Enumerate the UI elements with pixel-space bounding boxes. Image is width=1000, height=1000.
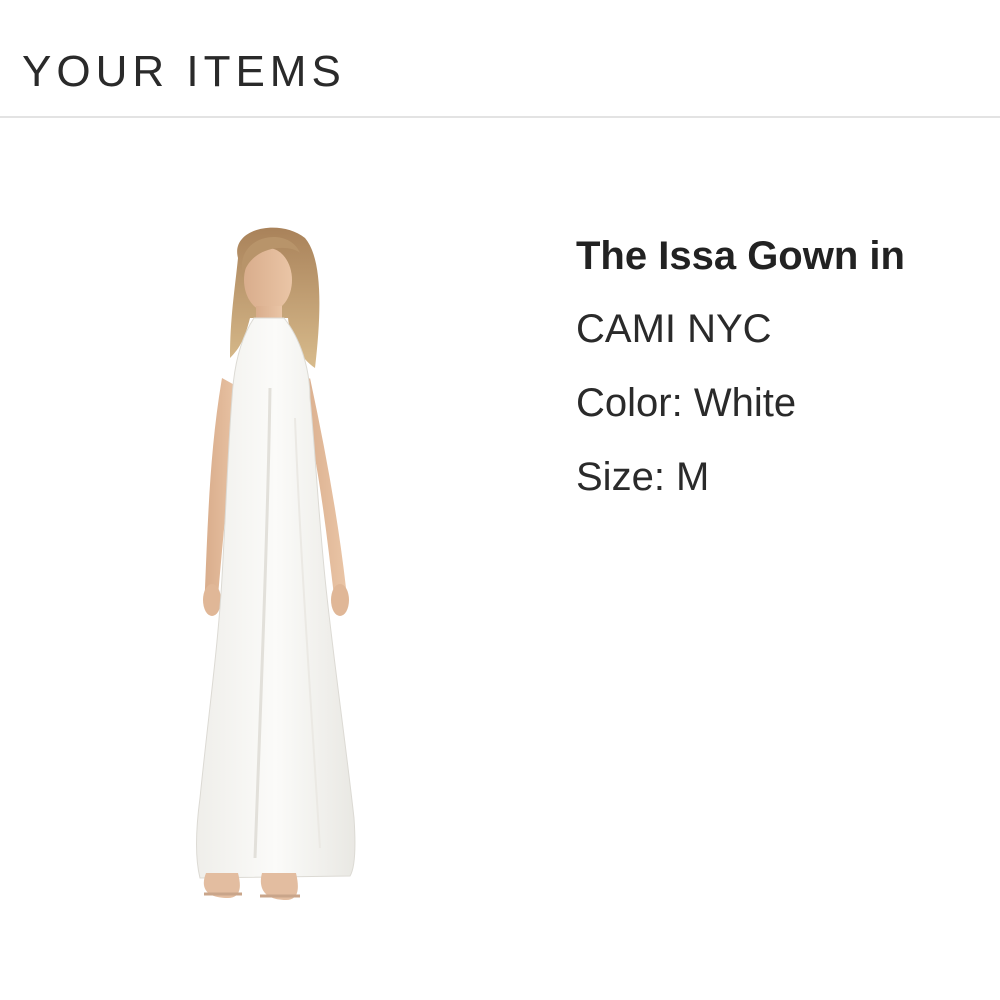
product-brand: CAMI NYC — [576, 307, 772, 351]
order-item: The Issa Gown in CAMI NYC Color: White S… — [0, 118, 1000, 1000]
product-color: Color: White — [576, 381, 797, 425]
order-items-page: YOUR ITEMS The Issa Gown in CAMI NYC Col… — [0, 0, 1000, 1000]
dress-photo — [196, 227, 356, 900]
product-name-link[interactable]: The Issa Gown in — [576, 228, 1000, 284]
product-image[interactable] — [150, 218, 390, 938]
product-details: The Issa Gown in CAMI NYC Color: White S… — [576, 228, 1000, 514]
section-title: YOUR ITEMS — [22, 47, 346, 96]
product-size: Size: M — [576, 455, 710, 499]
